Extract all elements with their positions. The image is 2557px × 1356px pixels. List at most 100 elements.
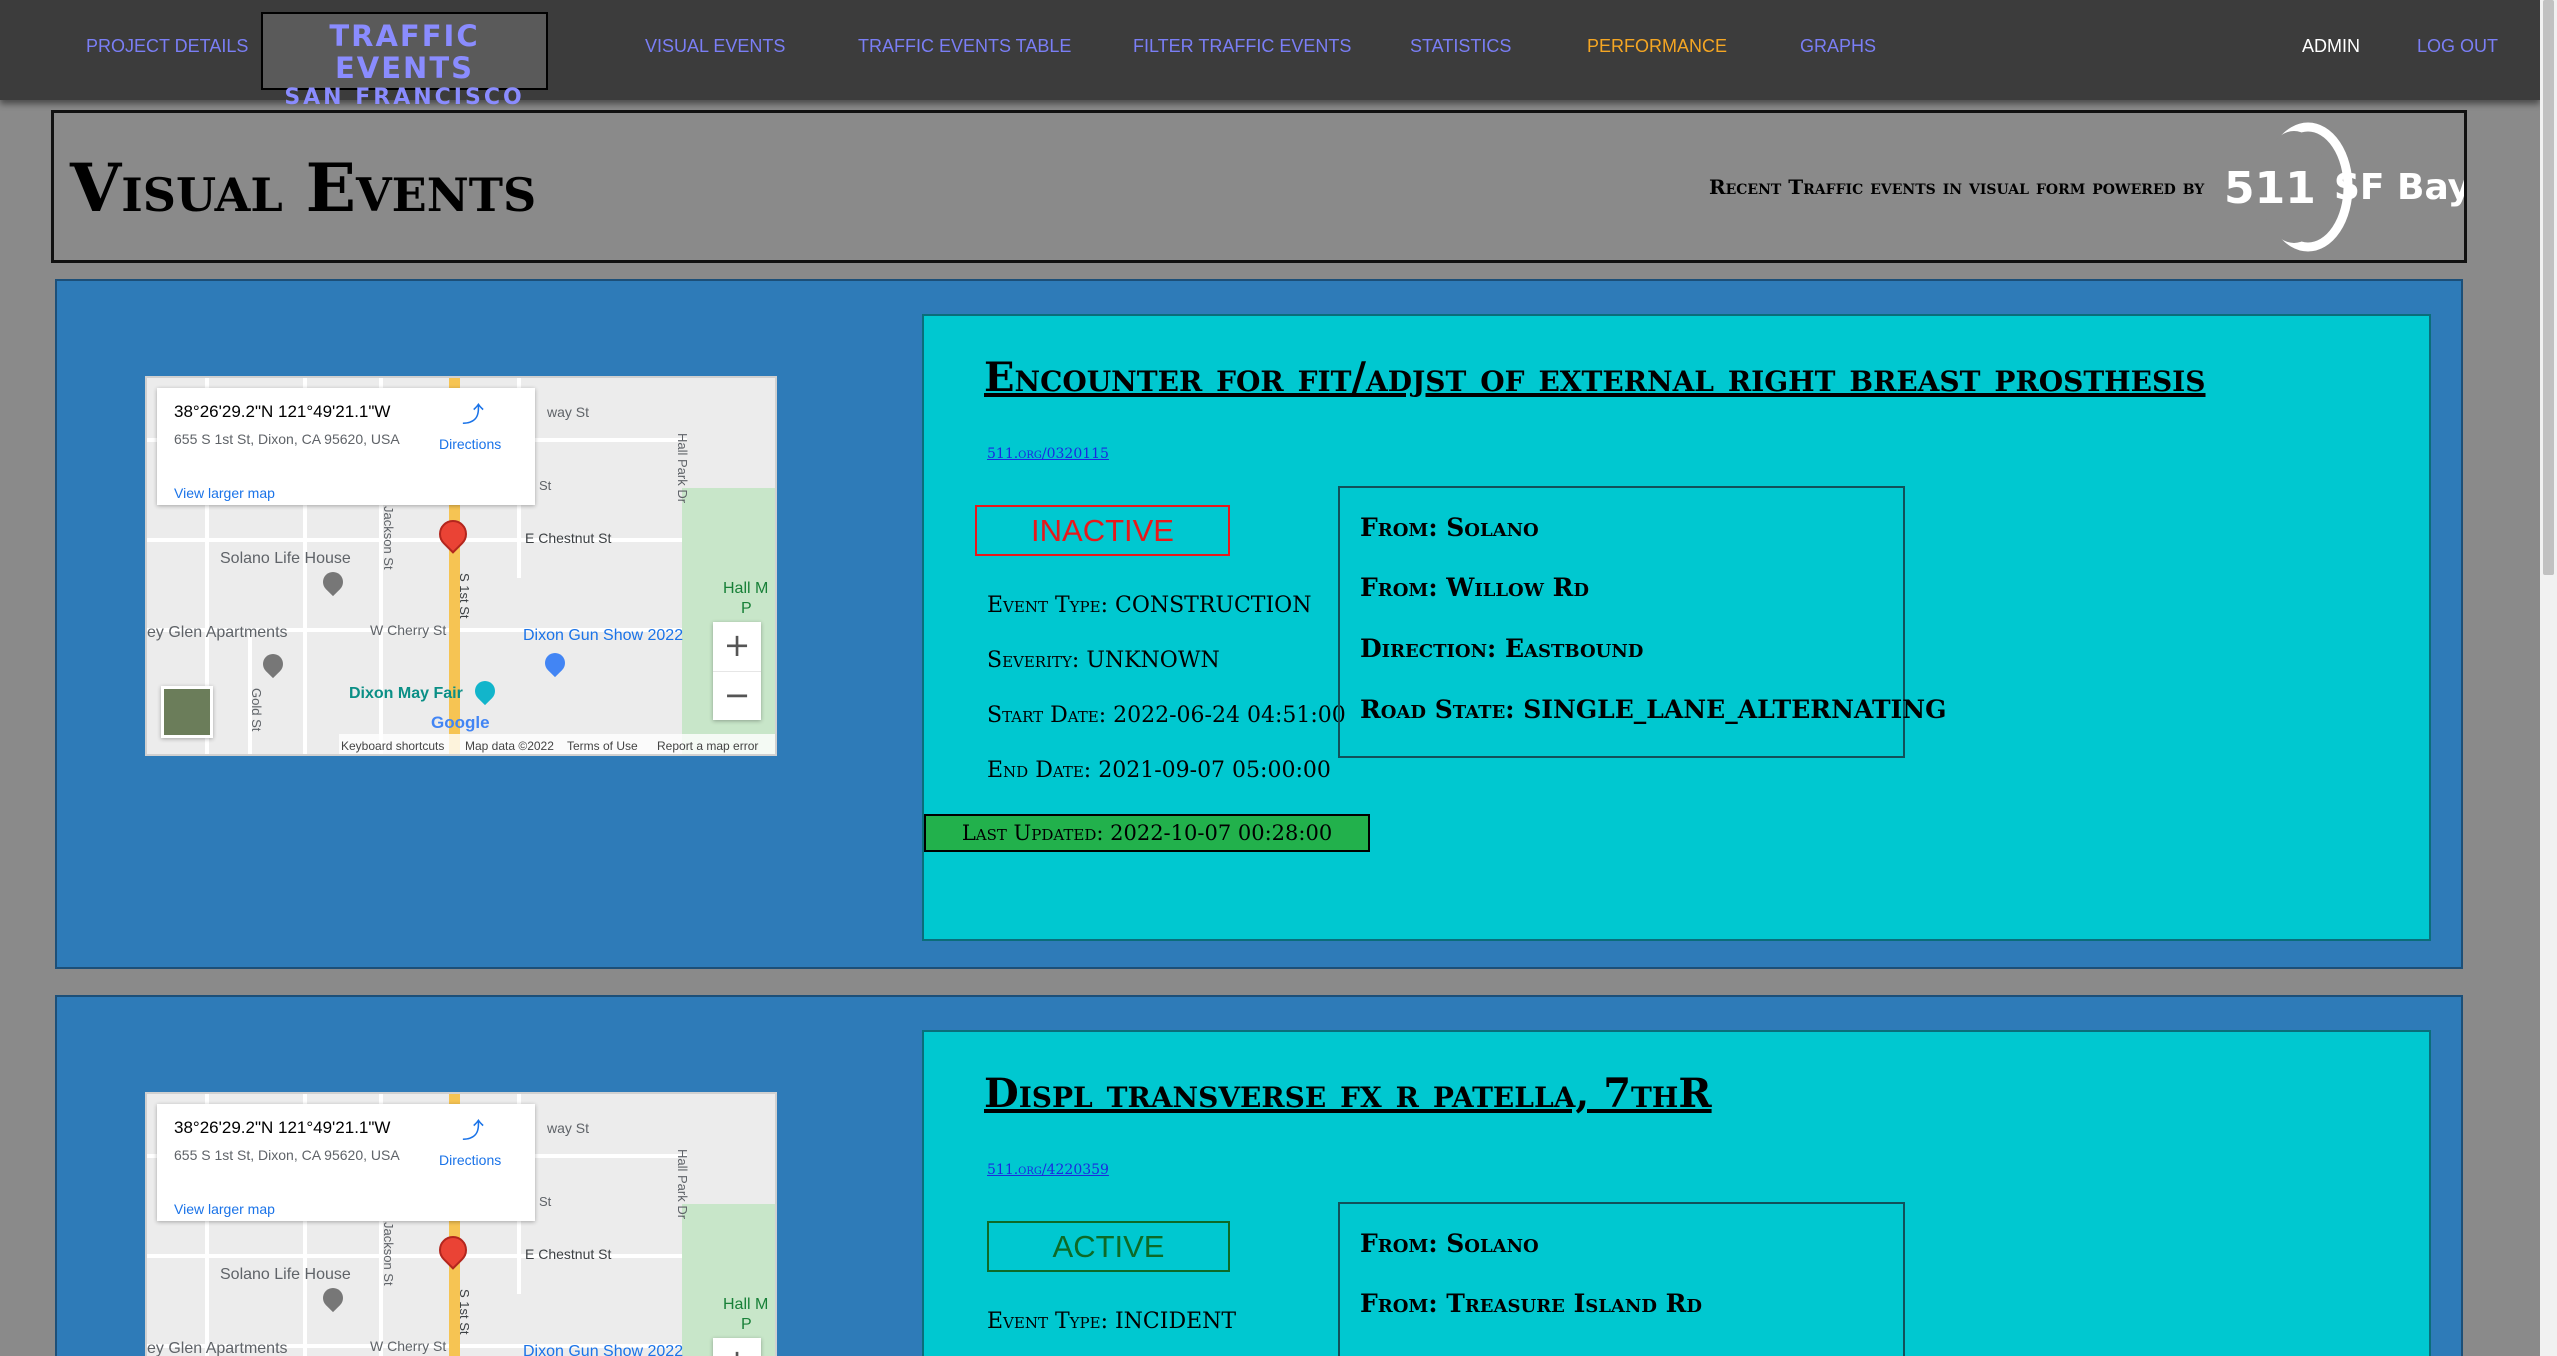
location-marker-icon[interactable] [433, 1230, 473, 1270]
status-badge: INACTIVE [975, 505, 1230, 556]
top-nav: PROJECT DETAILS TRAFFIC EVENTS SAN FRANC… [0, 0, 2540, 110]
map-place-pin-icon [258, 649, 288, 679]
satellite-toggle-button[interactable] [161, 686, 213, 738]
brand-511-logo: 511 SF Bay [2224, 122, 2464, 252]
map-place-label: Hall M [723, 1296, 769, 1313]
map-street-label: E Chestnut St [525, 1246, 612, 1262]
powered-by-text: Recent Traffic events in visual form pow… [1709, 175, 2205, 199]
event-road-state: Road State: SINGLE_LANE_ALTERNATING [1360, 695, 1947, 724]
map-coordinates: 38°26'29.2"N 121°49'21.1"W [174, 402, 391, 421]
map-street-label: St [539, 478, 552, 493]
zoom-in-button[interactable]: + [713, 1338, 761, 1356]
status-badge: ACTIVE [987, 1221, 1230, 1272]
view-larger-map-link[interactable]: View larger map [174, 485, 275, 501]
event-end-date: End Date: 2021-09-07 05:00:00 [987, 758, 1331, 783]
map-place-label: ey Glen Apartments [147, 624, 288, 641]
map-street-label: Hall Park Dr [675, 433, 690, 504]
map-place-pin-icon [318, 567, 348, 597]
nav-filter-events[interactable]: FILTER TRAFFIC EVENTS [1133, 36, 1351, 57]
map-place-label: Solano Life House [220, 550, 351, 567]
event-from-road: From: Willow Rd [1360, 573, 1590, 602]
map-park [682, 1204, 775, 1356]
event-card: way St Hall Park Dr St E Chestnut St Jac… [55, 995, 2463, 1356]
map-street-label: way St [547, 1120, 590, 1136]
map-street-label: Hall Park Dr [675, 1149, 690, 1220]
map-street-label: way St [547, 404, 590, 420]
map-place-label: ey Glen Apartments [147, 1340, 288, 1356]
nav-visual-events[interactable]: VISUAL EVENTS [645, 36, 785, 57]
map-street-label: S 1st St [457, 573, 472, 619]
event-card: way St Hall Park Dr St E Chestnut St Jac… [55, 279, 2463, 969]
map-place-label: Hall M [723, 580, 769, 597]
zoom-in-button[interactable]: + [713, 622, 761, 671]
map-place-pin-icon [470, 676, 500, 706]
keyboard-shortcuts-link[interactable]: Keyboard shortcuts [341, 739, 444, 753]
report-map-error-link[interactable]: Report a map error [657, 739, 758, 753]
location-info-box: From: Solano From: Treasure Island Rd [1338, 1202, 1905, 1356]
nav-admin[interactable]: ADMIN [2302, 36, 2360, 57]
nav-statistics[interactable]: STATISTICS [1410, 36, 1511, 57]
zoom-out-button[interactable]: − [713, 671, 761, 720]
event-details-panel: Encounter for fit/adjst of external righ… [922, 314, 2431, 941]
embedded-map[interactable]: way St Hall Park Dr St E Chestnut St Jac… [145, 376, 777, 756]
map-place-label: Dixon Gun Show 2022 [523, 1343, 684, 1356]
map-street-label: W Cherry St [370, 622, 447, 638]
directions-icon[interactable]: ⤴ [462, 404, 486, 428]
map-street-label: St [539, 1194, 552, 1209]
brand-number: 511 [2224, 163, 2316, 214]
map-data-text: Map data ©2022 [465, 739, 554, 753]
nav-graphs[interactable]: GRAPHS [1800, 36, 1876, 57]
map-place-label: Dixon May Fair [349, 685, 463, 702]
map-street-label: E Chestnut St [525, 530, 612, 546]
directions-link[interactable]: Directions [439, 1152, 501, 1168]
logo-line2: SAN FRANCISCO [284, 85, 525, 110]
location-marker-icon[interactable] [433, 514, 473, 554]
page-scrollbar[interactable] [2540, 0, 2557, 1356]
map-street-label: Gold St [249, 688, 264, 732]
scrollbar-thumb[interactable] [2543, 0, 2554, 575]
event-link[interactable]: 511.org/4220359 [987, 1162, 1109, 1178]
directions-icon[interactable]: ⤴ [462, 1120, 486, 1144]
logo-line1: TRAFFIC EVENTS [329, 19, 480, 85]
nav-project-details[interactable]: PROJECT DETAILS [86, 36, 248, 57]
map-info-card: 38°26'29.2"N 121°49'21.1"W 655 S 1st St,… [157, 388, 535, 505]
directions-link[interactable]: Directions [439, 436, 501, 452]
map-street-label: Jackson St [381, 1222, 396, 1286]
event-from-county: From: Solano [1360, 1229, 1539, 1258]
map-place-label: Solano Life House [220, 1266, 351, 1283]
event-details-panel: Displ transverse fx r patella, 7thR 511.… [922, 1030, 2431, 1356]
map-street-label: W Cherry St [370, 1338, 447, 1354]
location-info-box: From: Solano From: Willow Rd Direction: … [1338, 486, 1946, 758]
page-header: Visual Events Recent Traffic events in v… [51, 110, 2467, 263]
site-logo[interactable]: TRAFFIC EVENTS SAN FRANCISCO [261, 12, 548, 110]
map-coordinates: 38°26'29.2"N 121°49'21.1"W [174, 1118, 391, 1137]
event-direction: Direction: Eastbound [1360, 634, 1644, 663]
brand-name: SF Bay [2334, 167, 2464, 208]
zoom-controls: + − [713, 622, 761, 720]
nav-events-table[interactable]: TRAFFIC EVENTS TABLE [858, 36, 1071, 57]
nav-logout[interactable]: LOG OUT [2417, 36, 2498, 57]
map-place-label: P [741, 600, 752, 617]
map-footer: Keyboard shortcuts Map data ©2022 Terms … [339, 734, 775, 754]
map-place-label: P [741, 1316, 752, 1333]
event-from-county: From: Solano [1360, 513, 1539, 542]
map-address: 655 S 1st St, Dixon, CA 95620, USA [174, 431, 400, 447]
page-title: Visual Events [70, 149, 537, 227]
map-street-label: S 1st St [457, 1289, 472, 1335]
event-type: Event Type: INCIDENT [987, 1309, 1237, 1334]
event-link[interactable]: 511.org/0320115 [987, 446, 1109, 462]
last-updated-badge: Last Updated: 2022-10-07 00:28:00 [924, 814, 1370, 852]
event-start-date: Start Date: 2022-06-24 04:51:00 [987, 703, 1346, 728]
nav-performance[interactable]: PERFORMANCE [1587, 36, 1727, 57]
event-type: Event Type: CONSTRUCTION [987, 593, 1312, 618]
event-title: Displ transverse fx r patella, 7thR [984, 1070, 1712, 1117]
terms-of-use-link[interactable]: Terms of Use [567, 739, 638, 753]
event-from-road: From: Treasure Island Rd [1360, 1289, 1703, 1318]
embedded-map[interactable]: way St Hall Park Dr St E Chestnut St Jac… [145, 1092, 777, 1356]
event-title: Encounter for fit/adjst of external righ… [984, 354, 2206, 401]
view-larger-map-link[interactable]: View larger map [174, 1201, 275, 1217]
event-severity: Severity: UNKNOWN [987, 648, 1220, 673]
map-place-pin-icon [318, 1283, 348, 1313]
map-address: 655 S 1st St, Dixon, CA 95620, USA [174, 1147, 400, 1163]
map-street-label: Jackson St [381, 506, 396, 570]
